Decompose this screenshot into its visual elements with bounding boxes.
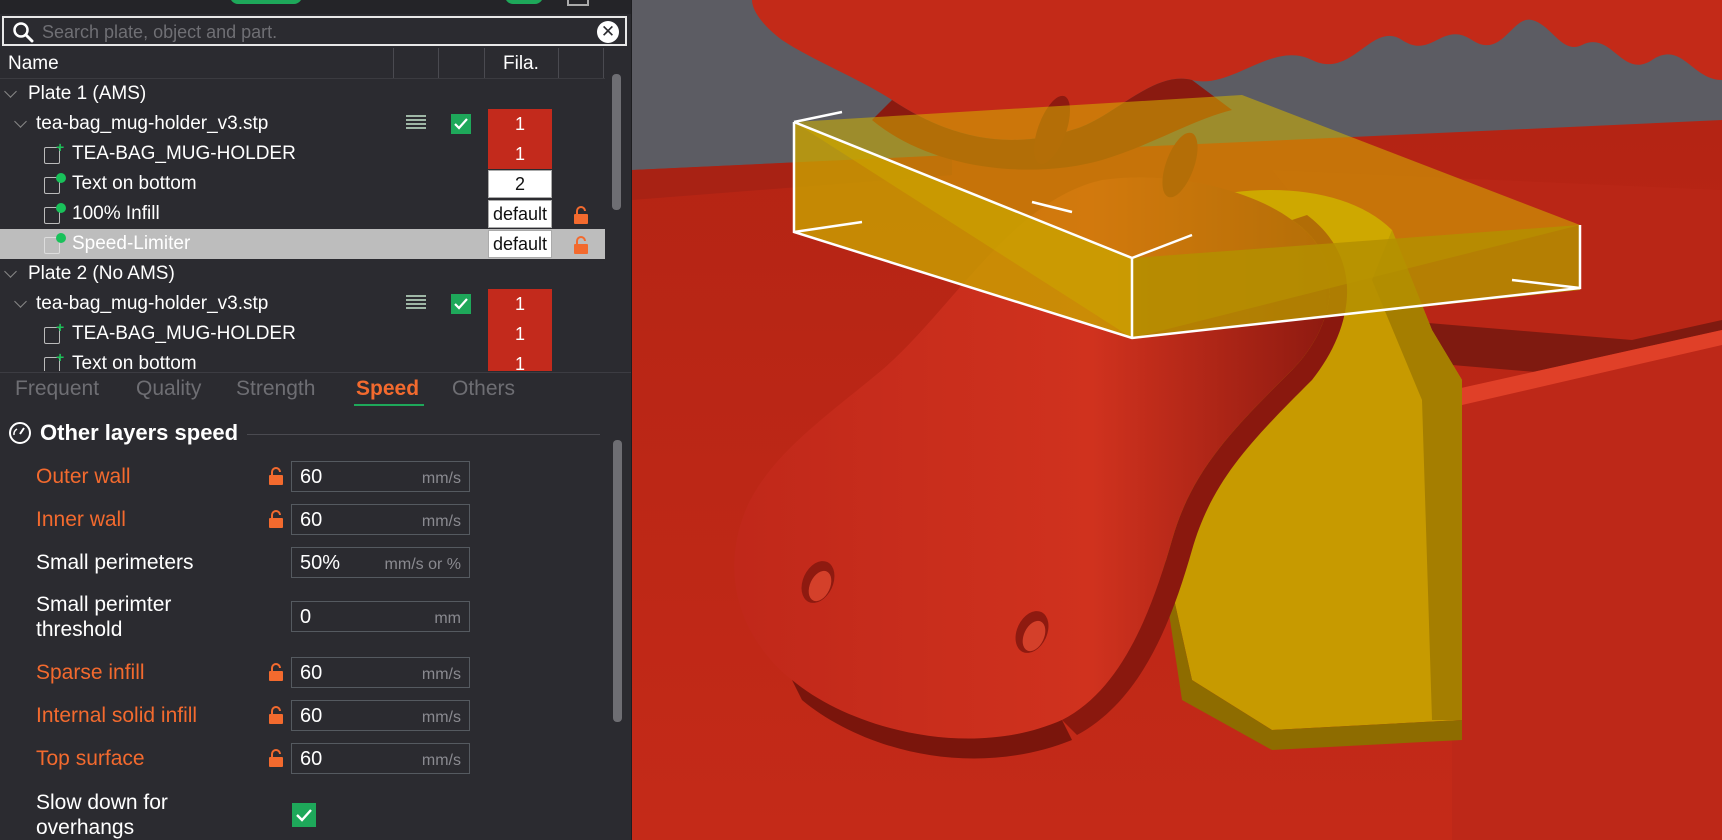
part-label: Text on bottom [72,173,197,194]
search-input[interactable] [40,20,584,44]
chevron-down-icon[interactable] [4,85,17,98]
settings-tabs: Frequent Quality Strength Speed Others [0,372,631,407]
lock-icon[interactable] [268,748,284,768]
clear-search-icon[interactable]: ✕ [597,21,619,43]
model-render [632,0,1722,840]
object-row[interactable]: tea-bag_mug-holder_v3.stp 1 [0,109,605,139]
checkmark-icon[interactable] [451,114,471,134]
checkmark-icon[interactable] [292,803,316,827]
part-label: Speed-Limiter [72,233,191,254]
tab-speed[interactable]: Speed [356,377,419,401]
object-row[interactable]: tea-bag_mug-holder_v3.stp 1 [0,289,605,319]
inner-wall-speed-input[interactable]: 60 mm/s [291,504,470,535]
filament-cell[interactable]: 1 [488,139,552,169]
name-column-header[interactable]: Name [8,53,59,75]
section-title: Other layers speed [40,420,239,445]
filament-cell[interactable]: 1 [488,109,552,139]
param-label-line2: threshold [36,618,123,641]
plus-icon: + [56,349,65,365]
filament-cell[interactable]: 1 [488,349,552,371]
part-label: 100% Infill [72,203,160,224]
outer-wall-speed-input[interactable]: 60 mm/s [291,461,470,492]
modifier-dot-icon [56,233,66,243]
toolbar-toggle[interactable] [505,0,543,4]
search-icon [13,22,34,43]
param-label: Internal solid infill [36,704,198,727]
tab-others[interactable]: Others [452,377,515,401]
part-row[interactable]: + TEA-BAG_MUG-HOLDER 1 [0,139,605,169]
filament-cell[interactable]: 1 [488,289,552,319]
param-label: Sparse infill [36,661,145,684]
plate-label: Plate 1 (AMS) [28,83,147,104]
layers-icon[interactable] [406,295,426,313]
small-perimeters-input[interactable]: 50% mm/s or % [291,547,470,578]
filament-column-header[interactable]: Fila. [503,53,539,75]
part-label: TEA-BAG_MUG-HOLDER [72,323,296,344]
filament-cell[interactable]: default [488,200,552,228]
filament-cell[interactable]: 1 [488,319,552,349]
param-label: Small perimeters [36,551,194,574]
tab-strength[interactable]: Strength [236,377,315,401]
plate-label: Plate 2 (No AMS) [28,263,175,284]
top-toolbar-strip [0,0,631,14]
toolbar-pill-button[interactable] [230,0,302,4]
object-search-box: ✕ [2,16,627,46]
section-divider [247,434,600,435]
toolbar-checkbox[interactable] [567,0,589,6]
settings-scrollbar[interactable] [613,440,622,722]
internal-solid-infill-speed-input[interactable]: 60 mm/s [291,700,470,731]
param-label: Top surface [36,747,145,770]
part-row[interactable]: + TEA-BAG_MUG-HOLDER 1 [0,319,605,349]
modifier-dot-icon [56,203,66,213]
object-label: tea-bag_mug-holder_v3.stp [36,113,269,134]
sparse-infill-speed-input[interactable]: 60 mm/s [291,657,470,688]
plate-row[interactable]: Plate 2 (No AMS) [0,259,605,289]
part-row[interactable]: 100% Infill default [0,199,605,229]
lock-icon[interactable] [268,509,284,529]
lock-icon[interactable] [268,662,284,682]
chevron-down-icon[interactable] [14,115,27,128]
plus-icon: + [56,139,65,155]
filament-cell[interactable]: default [488,230,552,258]
param-label-line1: Slow down for [36,791,168,814]
top-surface-speed-input[interactable]: 60 mm/s [291,743,470,774]
lock-icon[interactable] [268,466,284,486]
plus-icon: + [56,319,65,335]
tab-frequent[interactable]: Frequent [15,377,99,401]
param-label-line1: Small perimter [36,593,172,616]
param-label: Outer wall [36,465,131,488]
gauge-icon [9,422,31,444]
part-row-selected[interactable]: Speed-Limiter default [0,229,605,259]
part-row[interactable]: + Text on bottom 1 [0,349,605,371]
chevron-down-icon[interactable] [4,265,17,278]
3d-viewport[interactable] [632,0,1722,840]
part-label: TEA-BAG_MUG-HOLDER [72,143,296,164]
section-header: Other layers speed [0,415,600,451]
param-label: Inner wall [36,508,126,531]
param-label-line2: overhangs [36,816,135,839]
modifier-dot-icon [56,173,66,183]
lock-icon[interactable] [573,235,589,255]
layers-icon[interactable] [406,115,426,133]
active-tab-indicator [354,404,424,406]
part-row[interactable]: Text on bottom 2 [0,169,605,199]
chevron-down-icon[interactable] [14,295,27,308]
small-perimeter-threshold-input[interactable]: 0 mm [291,601,470,632]
plate-row[interactable]: Plate 1 (AMS) [0,79,605,109]
object-label: tea-bag_mug-holder_v3.stp [36,293,269,314]
left-sidebar: ✕ Name Fila. Plate 1 (AMS) tea-bag_mug-h… [0,0,631,840]
objects-table-header: Name Fila. [0,48,605,79]
part-label: Text on bottom [72,353,197,371]
tree-scrollbar[interactable] [612,74,621,210]
tab-quality[interactable]: Quality [136,377,201,401]
filament-cell[interactable]: 2 [488,170,552,198]
lock-icon[interactable] [268,705,284,725]
objects-tree: Plate 1 (AMS) tea-bag_mug-holder_v3.stp … [0,79,605,371]
checkmark-icon[interactable] [451,294,471,314]
lock-icon[interactable] [573,205,589,225]
